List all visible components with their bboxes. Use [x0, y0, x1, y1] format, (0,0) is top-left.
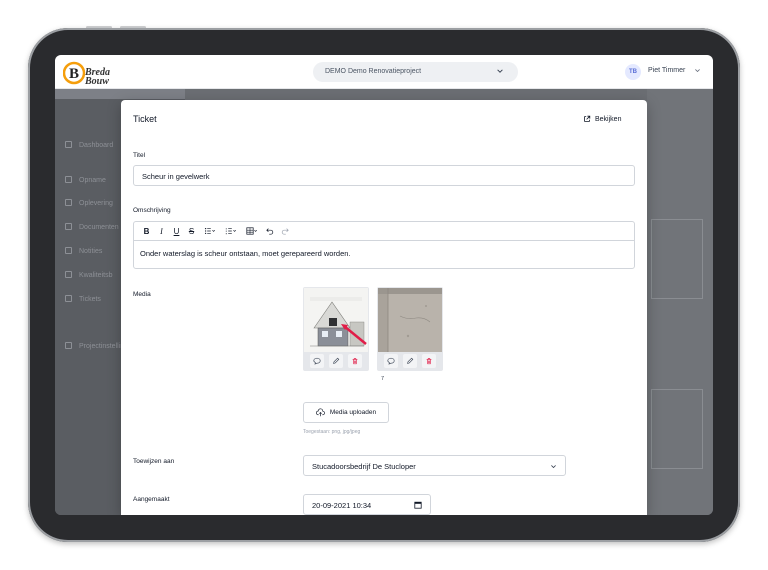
edit-button[interactable] — [402, 354, 417, 368]
media-label: Media — [133, 291, 151, 298]
description-editor[interactable]: B I U S Onder waterslag is scheur ontsta… — [133, 221, 635, 269]
italic-button[interactable]: I — [155, 225, 168, 238]
title-label: Titel — [133, 152, 146, 159]
delete-button[interactable] — [347, 354, 362, 368]
house-drawing-image — [304, 288, 368, 352]
comment-button[interactable] — [310, 354, 325, 368]
comment-icon — [313, 357, 321, 365]
pencil-icon — [407, 357, 414, 364]
media-card[interactable] — [303, 287, 369, 371]
sidebar-item-dashboard[interactable]: Dashboard — [65, 141, 113, 149]
view-button-label: Bekijken — [595, 115, 622, 123]
description-text: Onder waterslag is scheur ontstaan, moet… — [140, 249, 351, 258]
logo-text-2: Bouw — [85, 76, 109, 87]
bullet-list-icon — [204, 227, 215, 235]
delete-button[interactable] — [421, 354, 436, 368]
project-selector[interactable]: DEMO Demo Renovatieproject — [313, 62, 518, 82]
media-actions — [304, 352, 368, 370]
sidebar-item-label: Opname — [79, 177, 106, 184]
comment-button[interactable] — [384, 354, 399, 368]
chevron-down-icon — [551, 465, 556, 469]
bullet-list-button[interactable] — [200, 225, 219, 238]
assign-select[interactable]: Stucadoorsbedrijf De Stucloper — [303, 455, 566, 476]
media-thumbnail-wall[interactable] — [378, 288, 442, 352]
numbered-list-button[interactable] — [221, 225, 240, 238]
assign-value: Stucadoorsbedrijf De Stucloper — [312, 462, 416, 471]
sidebar-item-label: Dashboard — [79, 142, 114, 149]
redo-icon — [281, 228, 289, 235]
upload-media-button[interactable]: Media uploaden — [303, 402, 389, 423]
ticket-modal: Ticket Bekijken Titel Scheur in gevelwer… — [121, 100, 647, 515]
sidebar-item-label: Oplevering — [79, 200, 113, 207]
editor-toolbar: B I U S — [134, 222, 634, 241]
chat-icon — [65, 247, 72, 254]
building-icon — [65, 271, 72, 278]
app-screen: B Breda Bouw DEMO Demo Renovatieproject … — [55, 55, 713, 515]
description-label: Omschrijving — [133, 207, 171, 214]
sidebar-item-kwaliteit[interactable]: Kwaliteitsb — [65, 271, 112, 279]
trash-icon — [352, 358, 358, 365]
numbered-list-icon — [225, 228, 236, 235]
allowed-file-types: Toegestaan: png, jpg/jpeg — [303, 429, 361, 435]
media-thumbnail-house[interactable] — [304, 288, 368, 352]
cloud-upload-icon — [315, 408, 325, 417]
clipboard-icon — [65, 176, 72, 183]
background-drawing — [651, 389, 703, 469]
sidebar-item-oplevering[interactable]: Oplevering — [65, 199, 113, 207]
underline-button[interactable]: U — [170, 225, 183, 238]
user-name[interactable]: Piet Timmer — [648, 67, 685, 74]
strikethrough-button[interactable]: S — [185, 225, 198, 238]
background-drawing — [651, 219, 703, 299]
table-icon — [245, 227, 257, 235]
view-button[interactable]: Bekijken — [583, 112, 621, 126]
created-label: Aangemaakt — [133, 496, 170, 503]
undo-icon — [265, 228, 273, 235]
bold-button[interactable]: B — [140, 225, 153, 238]
home-icon — [65, 141, 72, 148]
undo-button[interactable] — [263, 225, 276, 238]
media-card[interactable] — [377, 287, 443, 371]
project-name: DEMO Demo Renovatieproject — [325, 68, 422, 75]
media-actions — [378, 352, 442, 370]
check-document-icon — [65, 199, 72, 206]
media-caption: 7 — [381, 376, 385, 382]
created-datetime-input[interactable]: 20-09-2021 10:34 — [303, 494, 431, 515]
sidebar-item-label: Kwaliteitsb — [79, 272, 113, 279]
svg-text:B: B — [69, 66, 79, 82]
upload-media-label: Media uploaden — [329, 409, 377, 416]
comment-icon — [387, 357, 395, 365]
chevron-down-icon — [497, 69, 503, 73]
sidebar-item-opname[interactable]: Opname — [65, 176, 106, 184]
modal-title: Ticket — [133, 114, 157, 124]
trash-icon — [426, 358, 432, 365]
sidebar-item-label: Tickets — [79, 296, 101, 303]
redo-button[interactable] — [278, 225, 291, 238]
top-bar: B Breda Bouw DEMO Demo Renovatieproject … — [55, 55, 713, 89]
sidebar-active-bar — [55, 89, 185, 99]
wall-photo-image — [378, 288, 442, 352]
wrench-icon — [65, 295, 72, 302]
table-button[interactable] — [242, 225, 261, 238]
calendar-icon[interactable] — [414, 501, 422, 509]
folder-icon — [65, 223, 72, 230]
avatar[interactable]: TB — [625, 64, 641, 80]
created-value: 20-09-2021 10:34 — [312, 501, 372, 510]
sidebar-item-label: Documenten — [79, 224, 119, 231]
user-menu-chevron-icon[interactable] — [694, 67, 701, 74]
background-content — [647, 89, 713, 515]
edit-button[interactable] — [328, 354, 343, 368]
folder-settings-icon — [65, 342, 72, 349]
sidebar-item-label: Notities — [79, 248, 103, 255]
sidebar-item-tickets[interactable]: Tickets — [65, 295, 101, 303]
external-link-icon — [584, 115, 591, 122]
sidebar-item-notities[interactable]: Notities — [65, 247, 102, 255]
assign-label: Toewijzen aan — [133, 458, 175, 465]
brand-logo[interactable]: B Breda Bouw — [62, 61, 117, 87]
sidebar-item-documenten[interactable]: Documenten — [65, 223, 119, 231]
pencil-icon — [333, 357, 340, 364]
logo-text: Breda Bouw — [85, 68, 110, 87]
title-input[interactable]: Scheur in gevelwerk — [133, 165, 635, 186]
